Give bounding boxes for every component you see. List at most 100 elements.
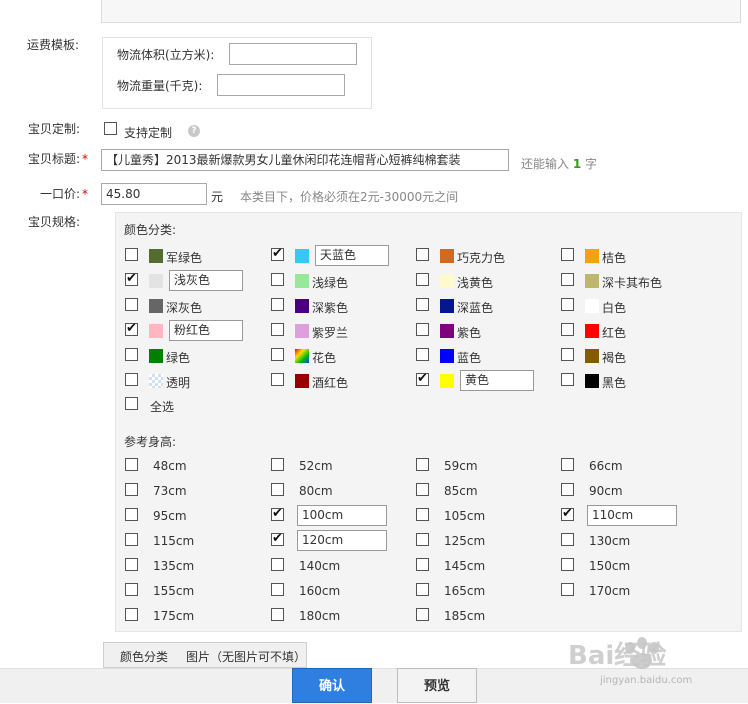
- size-checkbox[interactable]: [271, 505, 284, 523]
- color-option[interactable]: 红色: [561, 320, 701, 342]
- size-option[interactable]: 145cm: [416, 555, 556, 577]
- color-option[interactable]: 深紫色: [271, 295, 411, 317]
- size-checkbox[interactable]: [271, 608, 284, 621]
- size-checkbox[interactable]: [125, 483, 138, 496]
- color-option[interactable]: 褐色: [561, 345, 701, 367]
- size-option[interactable]: 140cm: [271, 555, 411, 577]
- color-checkbox[interactable]: [125, 270, 138, 288]
- size-option[interactable]: 115cm: [125, 530, 265, 552]
- color-option[interactable]: 紫罗兰: [271, 320, 411, 342]
- size-checkbox[interactable]: [416, 508, 429, 521]
- size-checkbox[interactable]: [561, 458, 574, 471]
- color-checkbox[interactable]: [125, 248, 138, 261]
- color-name-edit[interactable]: 黄色: [460, 370, 534, 391]
- size-option[interactable]: 59cm: [416, 455, 556, 477]
- size-option[interactable]: 100cm: [271, 505, 411, 527]
- size-checkbox[interactable]: [561, 583, 574, 596]
- color-option[interactable]: 黄色: [416, 370, 556, 392]
- size-option[interactable]: 110cm: [561, 505, 701, 527]
- size-checkbox[interactable]: [271, 530, 284, 548]
- size-checkbox[interactable]: [271, 558, 284, 571]
- color-checkbox[interactable]: [125, 320, 138, 338]
- size-option[interactable]: 48cm: [125, 455, 265, 477]
- size-checkbox[interactable]: [416, 608, 429, 621]
- size-option[interactable]: 85cm: [416, 480, 556, 502]
- color-option[interactable]: 巧克力色: [416, 245, 556, 267]
- support-custom-checkbox[interactable]: [104, 122, 117, 135]
- size-option[interactable]: 185cm: [416, 605, 556, 627]
- color-name-edit[interactable]: 浅灰色: [169, 270, 243, 291]
- size-option[interactable]: 125cm: [416, 530, 556, 552]
- size-checkbox[interactable]: [561, 505, 574, 523]
- color-option[interactable]: 浅灰色: [125, 270, 265, 292]
- size-name-edit[interactable]: 110cm: [587, 505, 677, 526]
- size-checkbox[interactable]: [416, 558, 429, 571]
- color-checkbox[interactable]: [271, 373, 284, 386]
- color-checkbox[interactable]: [125, 348, 138, 361]
- color-option[interactable]: 透明: [125, 370, 265, 392]
- size-checkbox[interactable]: [416, 483, 429, 496]
- color-checkbox[interactable]: [561, 323, 574, 336]
- preview-button[interactable]: 预览: [397, 668, 477, 703]
- color-checkbox[interactable]: [271, 245, 284, 263]
- size-checkbox[interactable]: [561, 533, 574, 546]
- title-input[interactable]: 【儿童秀】2013最新爆款男女儿童休闲印花连帽背心短裤纯棉套装: [101, 149, 509, 171]
- color-checkbox[interactable]: [271, 323, 284, 336]
- color-option[interactable]: 粉红色: [125, 320, 265, 342]
- color-checkbox[interactable]: [125, 373, 138, 386]
- size-checkbox[interactable]: [125, 533, 138, 546]
- color-option[interactable]: 深灰色: [125, 295, 265, 317]
- size-checkbox[interactable]: [416, 583, 429, 596]
- size-option[interactable]: 155cm: [125, 580, 265, 602]
- size-checkbox[interactable]: [416, 458, 429, 471]
- size-option[interactable]: 170cm: [561, 580, 701, 602]
- color-option[interactable]: 黑色: [561, 370, 701, 392]
- tab-image[interactable]: 图片（无图片可不填）: [186, 648, 306, 665]
- color-option[interactable]: 白色: [561, 295, 701, 317]
- size-checkbox[interactable]: [271, 458, 284, 471]
- price-input[interactable]: 45.80: [101, 183, 207, 205]
- size-option[interactable]: 150cm: [561, 555, 701, 577]
- color-option[interactable]: 浅绿色: [271, 270, 411, 292]
- color-option[interactable]: 浅黄色: [416, 270, 556, 292]
- color-option[interactable]: 绿色: [125, 345, 265, 367]
- size-option[interactable]: 160cm: [271, 580, 411, 602]
- size-option[interactable]: 95cm: [125, 505, 265, 527]
- size-checkbox[interactable]: [125, 558, 138, 571]
- color-checkbox[interactable]: [416, 370, 429, 388]
- size-option[interactable]: 105cm: [416, 505, 556, 527]
- color-checkbox[interactable]: [416, 273, 429, 286]
- size-checkbox[interactable]: [271, 583, 284, 596]
- size-checkbox[interactable]: [561, 483, 574, 496]
- size-checkbox[interactable]: [125, 608, 138, 621]
- color-checkbox[interactable]: [561, 348, 574, 361]
- color-option[interactable]: 紫色: [416, 320, 556, 342]
- color-checkbox[interactable]: [561, 273, 574, 286]
- color-checkbox[interactable]: [125, 298, 138, 311]
- volume-input[interactable]: [229, 43, 357, 65]
- size-checkbox[interactable]: [271, 483, 284, 496]
- weight-input[interactable]: [217, 74, 345, 96]
- color-name-edit[interactable]: 天蓝色: [315, 245, 389, 266]
- size-option[interactable]: 180cm: [271, 605, 411, 627]
- size-option[interactable]: 175cm: [125, 605, 265, 627]
- size-option[interactable]: 120cm: [271, 530, 411, 552]
- color-checkbox[interactable]: [416, 298, 429, 311]
- color-checkbox[interactable]: [271, 273, 284, 286]
- size-option[interactable]: 135cm: [125, 555, 265, 577]
- color-option[interactable]: 蓝色: [416, 345, 556, 367]
- color-checkbox[interactable]: [561, 298, 574, 311]
- size-name-edit[interactable]: 100cm: [297, 505, 387, 526]
- size-name-edit[interactable]: 120cm: [297, 530, 387, 551]
- size-option[interactable]: 165cm: [416, 580, 556, 602]
- color-option[interactable]: 花色: [271, 345, 411, 367]
- size-option[interactable]: 90cm: [561, 480, 701, 502]
- size-checkbox[interactable]: [125, 508, 138, 521]
- size-option[interactable]: 73cm: [125, 480, 265, 502]
- color-option[interactable]: 军绿色: [125, 245, 265, 267]
- color-checkbox[interactable]: [416, 248, 429, 261]
- size-option[interactable]: 66cm: [561, 455, 701, 477]
- size-checkbox[interactable]: [125, 583, 138, 596]
- size-option[interactable]: 52cm: [271, 455, 411, 477]
- color-option[interactable]: 桔色: [561, 245, 701, 267]
